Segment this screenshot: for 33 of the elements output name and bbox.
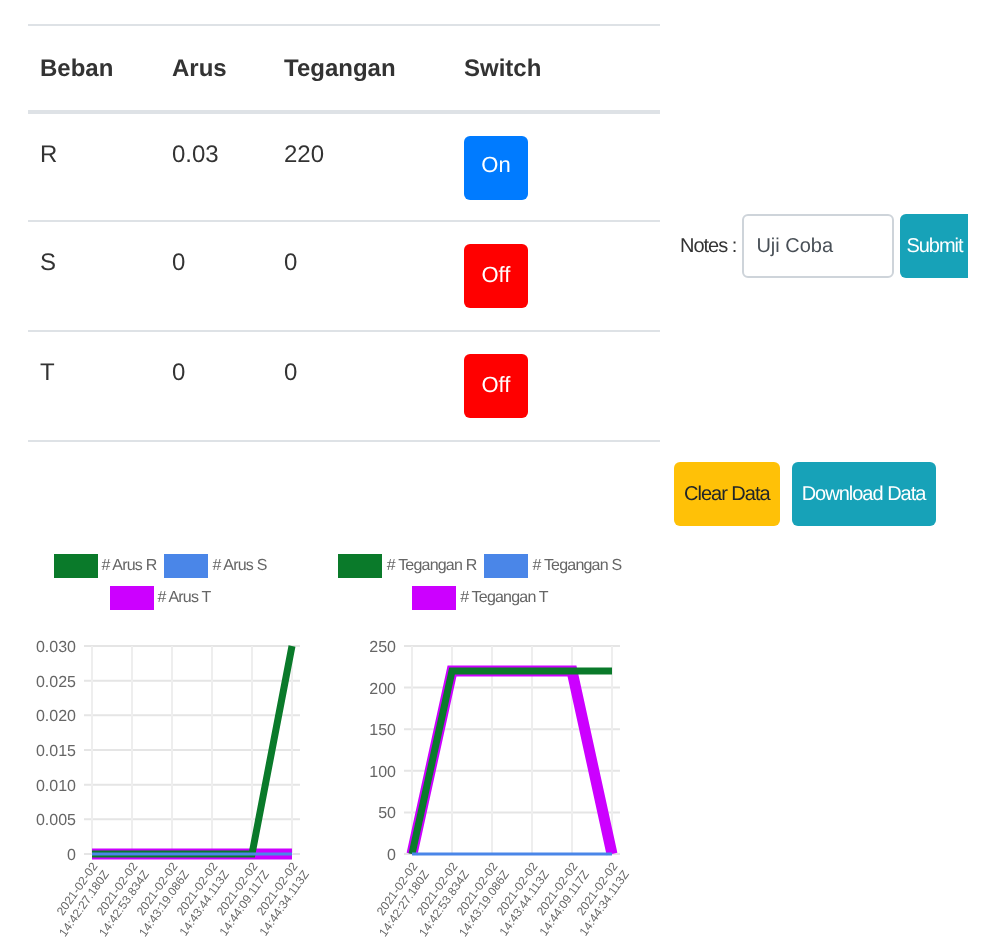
y-tick-label: 0.010 [35, 776, 76, 795]
y-tick-label: 0.020 [35, 707, 76, 726]
notes-label: Notes : [680, 233, 737, 261]
y-tick-label: 0 [387, 846, 396, 864]
y-tick-label: 250 [369, 638, 396, 656]
table-cell: R [40, 139, 58, 167]
y-tick-label: 200 [369, 679, 396, 698]
y-tick-label: 0.005 [35, 811, 76, 830]
table-cell: 0 [172, 248, 186, 276]
legend-label: # Arus S [212, 554, 267, 578]
column-header: Beban [40, 53, 114, 82]
y-tick-label: 0 [67, 846, 76, 864]
column-header: Arus [172, 53, 227, 82]
y-tick-label: 0.025 [35, 672, 76, 691]
table-cell: T [40, 358, 55, 386]
table-cell: 220 [284, 139, 325, 167]
legend-label: # Tegangan R [386, 554, 477, 578]
y-tick-label: 50 [378, 804, 396, 823]
column-header: Switch [464, 53, 542, 82]
y-tick-label: 0.015 [35, 742, 76, 760]
table-cell: 0.03 [172, 139, 219, 167]
table-cell: 0 [284, 248, 298, 276]
legend-label: # Arus R [101, 554, 157, 578]
y-tick-label: 100 [369, 762, 396, 781]
legend-label: # Arus T [157, 586, 211, 610]
y-tick-label: 0.030 [35, 638, 76, 656]
table-cell: 0 [284, 358, 298, 386]
table-cell: S [40, 248, 57, 276]
legend-label: # Tegangan T [460, 586, 548, 610]
y-tick-label: 150 [369, 721, 396, 740]
legend-label: # Tegangan S [532, 554, 622, 578]
column-header: Tegangan [284, 53, 396, 82]
table-cell: 0 [172, 358, 186, 386]
